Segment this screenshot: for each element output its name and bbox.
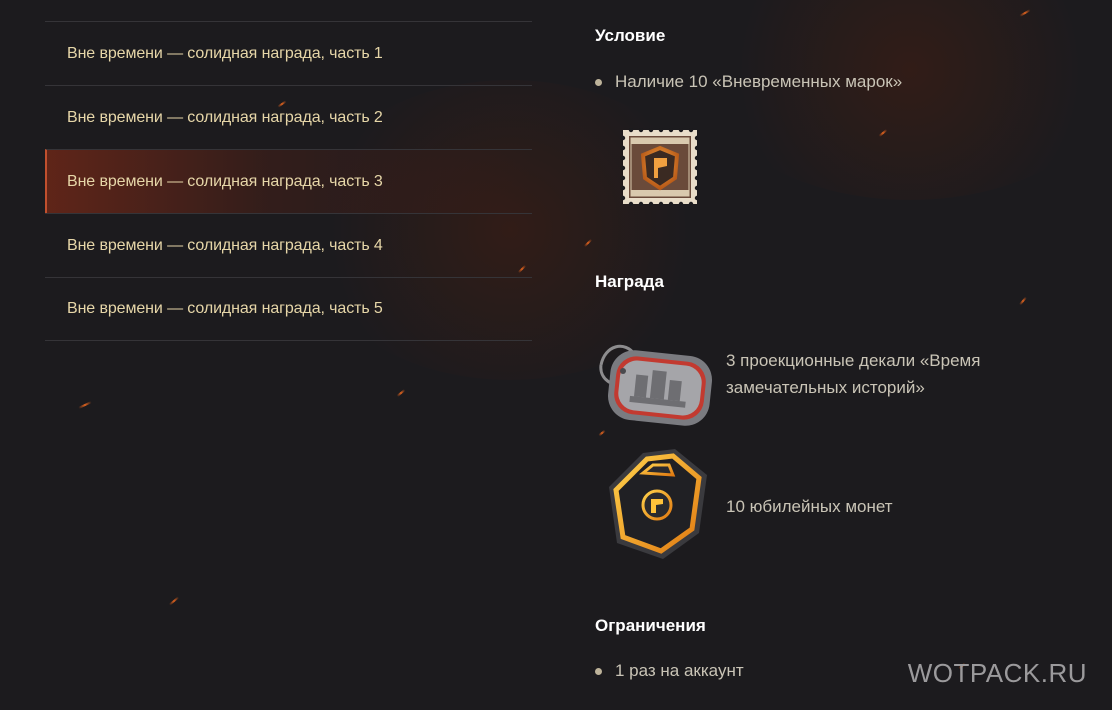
condition-item: Наличие 10 «Вневременных марок» [595, 72, 902, 92]
dogtag-decal-icon [595, 325, 719, 435]
condition-text: Наличие 10 «Вневременных марок» [615, 72, 903, 91]
ember-spark [78, 401, 92, 409]
limits-item: 1 раз на аккаунт [595, 661, 744, 681]
menu-item-part-4[interactable]: Вне времени — солидная награда, часть 4 [45, 213, 532, 277]
limits-text: 1 раз на аккаунт [615, 661, 744, 680]
ember-spark [168, 596, 180, 606]
bullet-icon [595, 667, 602, 675]
stamp-icon [620, 127, 700, 207]
reward-parts-menu: Вне времени — солидная награда, часть 1 … [45, 21, 532, 341]
menu-item-part-5[interactable]: Вне времени — солидная награда, часть 5 [45, 277, 532, 341]
reward-heading: Награда [595, 272, 664, 291]
menu-item-label: Вне времени — солидная награда, часть 5 [67, 300, 383, 317]
menu-item-part-1[interactable]: Вне времени — солидная награда, часть 1 [45, 21, 532, 85]
bullet-icon [595, 78, 602, 86]
ember-spark [1019, 296, 1027, 306]
limits-heading: Ограничения [595, 616, 706, 635]
jubilee-coin-icon [603, 447, 713, 563]
reward-coins-text: 10 юбилейных монет [726, 497, 893, 516]
watermark: WOTPACK.RU [907, 658, 1087, 688]
menu-item-part-2[interactable]: Вне времени — солидная награда, часть 2 [45, 85, 532, 149]
menu-item-label: Вне времени — солидная награда, часть 4 [67, 236, 383, 254]
menu-item-label: Вне времени — солидная награда, часть 2 [67, 108, 383, 126]
ember-spark [396, 389, 406, 397]
reward-decal-text: 3 проекционные декали «Время замечательн… [726, 351, 981, 397]
menu-item-label: Вне времени — солидная награда, часть 1 [67, 44, 383, 62]
menu-item-label: Вне времени — солидная награда, часть 3 [67, 172, 383, 190]
condition-heading: Условие [595, 26, 666, 45]
background-glow [700, 0, 1112, 200]
menu-item-part-3[interactable]: Вне времени — солидная награда, часть 3 [45, 149, 532, 213]
